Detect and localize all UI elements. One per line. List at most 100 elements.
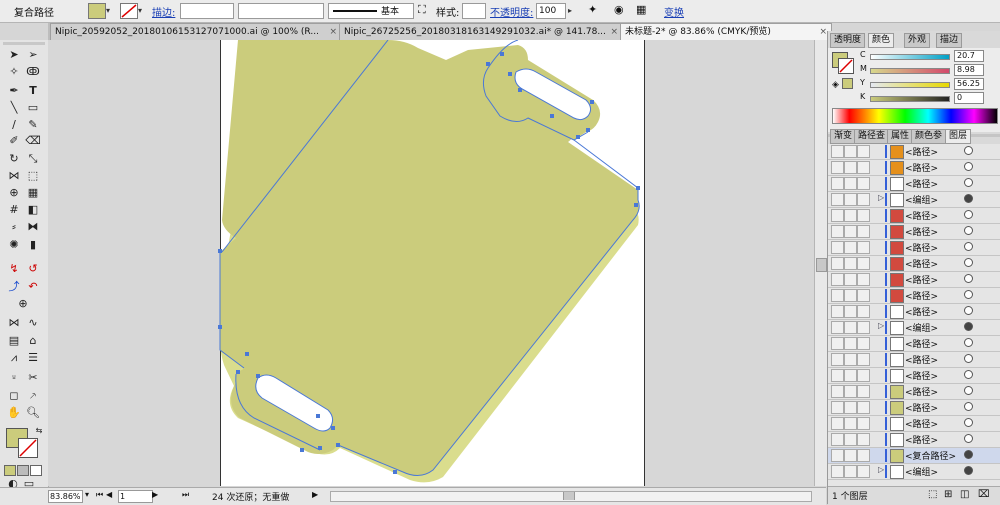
lock-toggle[interactable]: [844, 449, 857, 462]
color-mode-icon[interactable]: ◈: [832, 80, 839, 90]
expand-arrow-icon[interactable]: ▷: [878, 321, 884, 330]
perspective-grid-tool-icon[interactable]: ▦: [24, 186, 42, 200]
template-toggle[interactable]: [857, 289, 870, 302]
chart-line-tool-icon[interactable]: ⩘: [5, 351, 23, 365]
layer-row[interactable]: <路径>: [828, 176, 1000, 192]
target-circle-icon[interactable]: [964, 370, 973, 379]
lock-toggle[interactable]: [844, 369, 857, 382]
layer-row[interactable]: <复合路径>: [828, 448, 1000, 464]
globe-icon[interactable]: ◉: [614, 3, 624, 16]
variable-width-field[interactable]: [238, 3, 324, 19]
layer-name[interactable]: <路径>: [905, 337, 938, 350]
layer-name[interactable]: <路径>: [905, 401, 938, 414]
scroll-thumb[interactable]: [816, 258, 827, 272]
template-toggle[interactable]: [857, 321, 870, 334]
opacity-dropdown-icon[interactable]: ▸: [568, 6, 572, 15]
tab-transparency[interactable]: 透明度: [830, 33, 866, 48]
template-toggle[interactable]: [857, 225, 870, 238]
none-mode-icon[interactable]: [30, 465, 42, 476]
layer-row[interactable]: <路径>: [828, 240, 1000, 256]
hand-tool-icon[interactable]: ✋: [5, 406, 23, 420]
target-circle-icon[interactable]: [964, 274, 973, 283]
yellow-value[interactable]: 56.25: [954, 78, 984, 90]
zoom-tool-icon[interactable]: 🔍︎: [24, 406, 42, 420]
layer-row[interactable]: <路径>: [828, 160, 1000, 176]
artboard-number-field[interactable]: 1: [118, 490, 153, 503]
layer-row[interactable]: <路径>: [828, 400, 1000, 416]
envelope-tool-icon[interactable]: ⌂: [24, 334, 42, 348]
tab-color-guide[interactable]: 颜色参: [911, 129, 947, 144]
tab-layers[interactable]: 图层: [945, 129, 972, 144]
visibility-toggle[interactable]: [831, 465, 844, 478]
new-sublayer-icon[interactable]: ⊞: [944, 489, 952, 500]
template-toggle[interactable]: [857, 209, 870, 222]
layer-row[interactable]: <路径>: [828, 256, 1000, 272]
target-circle-icon[interactable]: [964, 210, 973, 219]
cyan-track[interactable]: [870, 54, 950, 60]
visibility-toggle[interactable]: [831, 161, 844, 174]
swap-colors-icon[interactable]: ⇆: [30, 424, 48, 438]
target-circle-icon[interactable]: [964, 290, 973, 299]
crosshair-tool-icon[interactable]: ⊕: [14, 297, 32, 311]
direct-selection-tool-icon[interactable]: ➢: [24, 48, 42, 62]
layer-name[interactable]: <路径>: [905, 241, 938, 254]
tab-document-3[interactable]: 未标题-2* @ 83.86% (CMYK/预览) ×: [620, 23, 832, 40]
symbol-sprayer-tool-icon[interactable]: ✺: [5, 238, 23, 252]
target-circle-icon[interactable]: [964, 178, 973, 187]
template-toggle[interactable]: [857, 417, 870, 430]
cutting-board-artwork[interactable]: [48, 40, 814, 486]
target-circle-icon[interactable]: [964, 386, 973, 395]
rectangle-tool-icon[interactable]: ▭: [24, 101, 42, 115]
layer-name[interactable]: <路径>: [905, 289, 938, 302]
lock-toggle[interactable]: [844, 289, 857, 302]
last-artboard-icon[interactable]: ⏭: [182, 490, 189, 500]
visibility-toggle[interactable]: [831, 321, 844, 334]
close-icon[interactable]: ×: [329, 24, 337, 40]
vertical-scrollbar[interactable]: [814, 40, 827, 486]
lock-toggle[interactable]: [844, 209, 857, 222]
layer-name[interactable]: <路径>: [905, 385, 938, 398]
layer-row[interactable]: ▷ <编组>: [828, 320, 1000, 336]
layer-name[interactable]: <路径>: [905, 225, 938, 238]
lock-toggle[interactable]: [844, 465, 857, 478]
stroke-swatch[interactable]: [120, 3, 138, 19]
magic-wand-tool-icon[interactable]: ✧: [5, 65, 23, 79]
slice-select-tool-icon[interactable]: ⸕: [24, 389, 42, 403]
template-toggle[interactable]: [857, 273, 870, 286]
template-toggle[interactable]: [857, 401, 870, 414]
template-toggle[interactable]: [857, 385, 870, 398]
style-swatch[interactable]: [462, 3, 486, 19]
template-toggle[interactable]: [857, 145, 870, 158]
template-toggle[interactable]: [857, 305, 870, 318]
target-circle-icon[interactable]: [964, 322, 973, 331]
scale-tool-icon[interactable]: ⤡: [24, 152, 42, 166]
panel-stroke-swatch[interactable]: [838, 58, 854, 74]
layer-row[interactable]: <路径>: [828, 368, 1000, 384]
target-circle-icon[interactable]: [964, 242, 973, 251]
layer-name[interactable]: <路径>: [905, 369, 938, 382]
align-options-icon[interactable]: ▦: [636, 3, 646, 16]
free-transform-tool-icon[interactable]: ⬚: [24, 169, 42, 183]
pencil-tool-icon[interactable]: ✎: [24, 118, 42, 132]
opacity-link[interactable]: 不透明度:: [490, 4, 533, 19]
layer-name[interactable]: <路径>: [905, 209, 938, 222]
shape-builder-tool-icon[interactable]: ⊕: [5, 186, 23, 200]
visibility-toggle[interactable]: [831, 193, 844, 206]
gradient-tool-icon[interactable]: ◧: [24, 203, 42, 217]
horizontal-scrollbar[interactable]: [330, 491, 812, 502]
target-circle-icon[interactable]: [964, 194, 973, 203]
mesh-tool-icon[interactable]: #: [5, 203, 23, 217]
target-circle-icon[interactable]: [964, 354, 973, 363]
wave-tool-icon[interactable]: ∿: [24, 316, 42, 330]
template-toggle[interactable]: [857, 161, 870, 174]
layer-row[interactable]: <路径>: [828, 272, 1000, 288]
layer-row[interactable]: <路径>: [828, 224, 1000, 240]
rotate-tool-icon[interactable]: ↻: [5, 152, 23, 166]
lock-toggle[interactable]: [844, 385, 857, 398]
visibility-toggle[interactable]: [831, 209, 844, 222]
black-slider[interactable]: K 0: [858, 92, 998, 104]
visibility-toggle[interactable]: [831, 417, 844, 430]
target-circle-icon[interactable]: [964, 258, 973, 267]
layer-row[interactable]: <路径>: [828, 416, 1000, 432]
slice-tool-icon[interactable]: ☰: [24, 351, 42, 365]
